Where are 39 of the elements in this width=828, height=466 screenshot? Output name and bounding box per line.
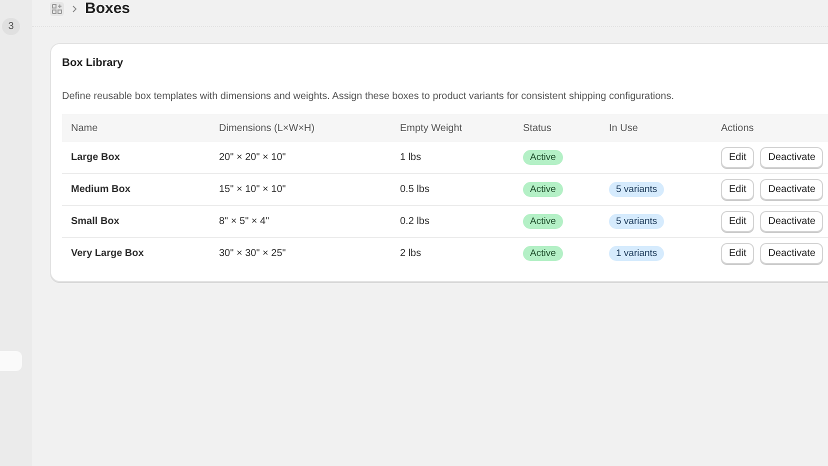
usage-badge: 1 variants [609,246,664,261]
box-name: Large Box [71,152,120,163]
column-header: Name [71,122,98,134]
edit-button[interactable]: Edit [721,179,754,200]
box-name: Very Large Box [71,248,144,259]
card-title: Box Library [62,56,124,70]
column-header: Empty Weight [400,122,462,134]
table-cell: 15" × 10" × 10" [219,184,286,195]
edit-button[interactable]: Edit [721,243,754,264]
deactivate-button[interactable]: Deactivate [760,147,824,168]
status-badge: Active [523,214,563,229]
edit-button[interactable]: Edit [721,147,754,168]
table-cell: 20" × 20" × 10" [219,152,286,163]
status-badge: Active [523,182,563,197]
table-cell: 30" × 30" × 25" [219,248,286,259]
edit-button[interactable]: Edit [721,211,754,232]
card-description: Define reusable box templates with dimensions and weights. Assign these boxes to product variants for consistent shipping configurations. [62,90,676,104]
deactivate-button[interactable]: Deactivate [760,211,824,232]
table-cell: 2 lbs [400,248,422,259]
chevron-icon [72,5,77,13]
usage-badge: 5 variants [609,182,664,197]
column-header: Actions [721,122,754,134]
count-badge: 3 [2,18,20,35]
table-cell: 0.2 lbs [400,216,430,227]
status-badge: Active [523,246,563,261]
box-name: Small Box [71,216,120,227]
table-cell: 0.5 lbs [400,184,430,195]
column-header: Status [523,122,552,134]
column-header: In Use [609,122,638,134]
deactivate-button[interactable]: Deactivate [760,243,824,264]
apps-icon[interactable] [50,2,64,16]
usage-badge: 5 variants [609,214,664,229]
status-badge: Active [523,150,563,165]
table-cell: 8" × 5" × 4" [219,216,270,227]
column-header: Dimensions (L×W×H) [219,122,315,134]
box-name: Medium Box [71,184,130,195]
table-cell: 1 lbs [400,152,422,163]
page-title: Boxes [85,0,130,18]
deactivate-button[interactable]: Deactivate [760,179,824,200]
